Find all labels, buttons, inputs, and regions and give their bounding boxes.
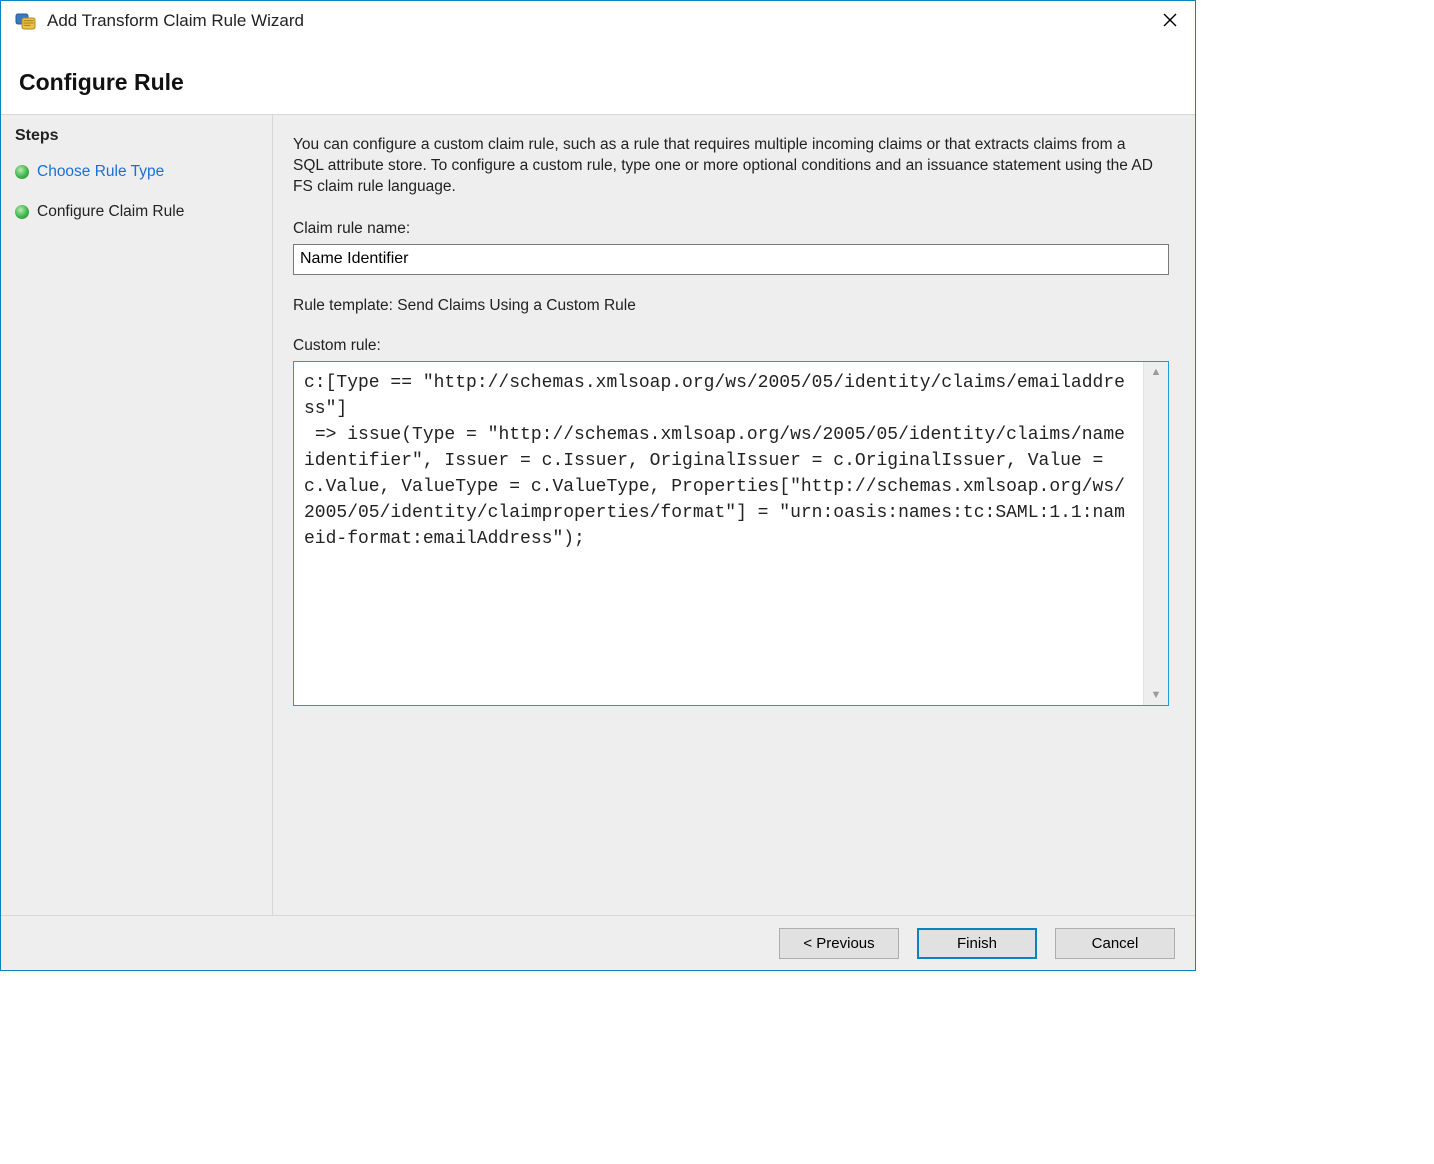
wizard-window: Add Transform Claim Rule Wizard Configur… <box>0 0 1196 971</box>
steps-sidebar: Steps Choose Rule Type Configure Claim R… <box>1 115 273 915</box>
step-label: Configure Claim Rule <box>37 203 184 221</box>
intro-text: You can configure a custom claim rule, s… <box>293 135 1153 198</box>
previous-button[interactable]: < Previous <box>779 928 899 959</box>
title-bar: Add Transform Claim Rule Wizard <box>1 1 1195 41</box>
wizard-body: Steps Choose Rule Type Configure Claim R… <box>1 114 1195 916</box>
steps-title: Steps <box>15 127 264 145</box>
bullet-icon <box>15 205 29 219</box>
scroll-up-icon[interactable]: ▲ <box>1151 366 1162 378</box>
close-icon <box>1163 13 1177 27</box>
custom-rule-label: Custom rule: <box>293 337 1171 355</box>
claim-rule-name-label: Claim rule name: <box>293 220 1171 238</box>
page-title: Configure Rule <box>1 41 1195 114</box>
claim-rule-name-input[interactable] <box>293 244 1169 275</box>
step-label: Choose Rule Type <box>37 163 164 181</box>
wizard-icon <box>15 10 37 32</box>
custom-rule-textarea[interactable]: c:[Type == "http://schemas.xmlsoap.org/w… <box>294 362 1143 705</box>
window-title: Add Transform Claim Rule Wizard <box>47 11 304 31</box>
step-configure-claim-rule[interactable]: Configure Claim Rule <box>9 197 264 227</box>
finish-button[interactable]: Finish <box>917 928 1037 959</box>
step-choose-rule-type[interactable]: Choose Rule Type <box>9 157 264 187</box>
custom-rule-box: c:[Type == "http://schemas.xmlsoap.org/w… <box>293 361 1169 706</box>
scrollbar[interactable]: ▲ ▼ <box>1143 362 1168 705</box>
main-panel: You can configure a custom claim rule, s… <box>273 115 1195 915</box>
title-bar-left: Add Transform Claim Rule Wizard <box>15 10 304 32</box>
footer-bar: < Previous Finish Cancel <box>1 916 1195 970</box>
rule-template-label: Rule template: Send Claims Using a Custo… <box>293 297 1171 315</box>
close-button[interactable] <box>1157 9 1183 34</box>
bullet-icon <box>15 165 29 179</box>
cancel-button[interactable]: Cancel <box>1055 928 1175 959</box>
scroll-down-icon[interactable]: ▼ <box>1151 689 1162 701</box>
